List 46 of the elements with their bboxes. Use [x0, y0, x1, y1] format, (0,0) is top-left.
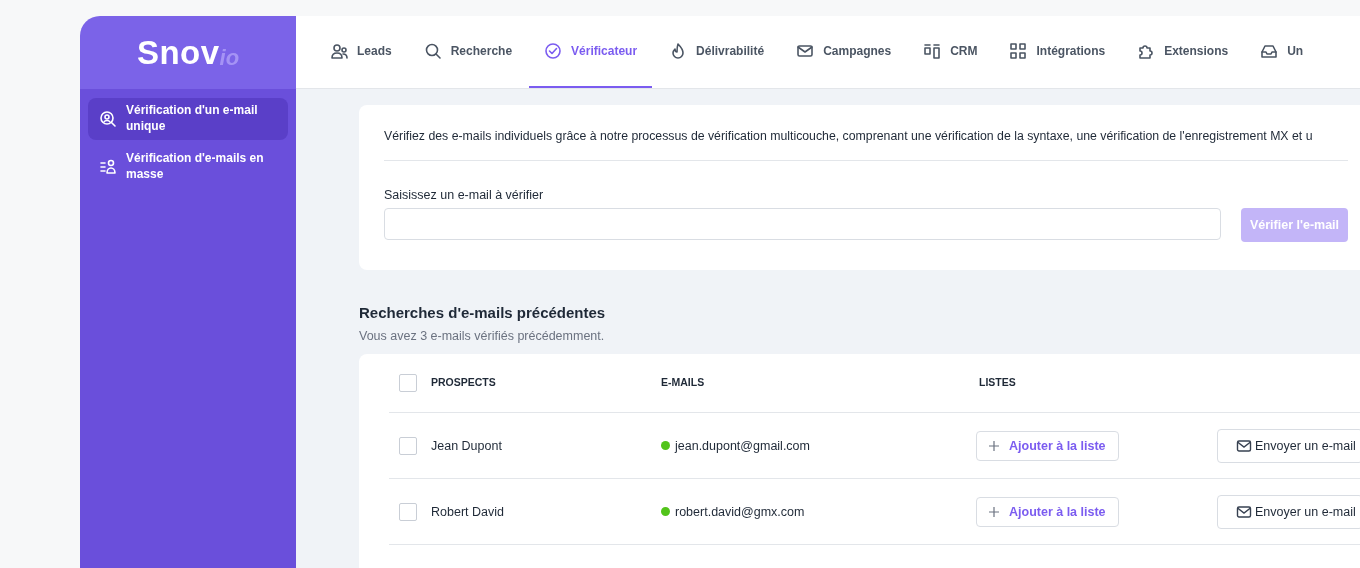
status-dot: [661, 507, 670, 516]
grid-icon: [1009, 42, 1028, 60]
row-checkbox[interactable]: [399, 502, 417, 521]
row-checkbox[interactable]: [399, 436, 417, 455]
person-search-icon: [99, 110, 117, 128]
nav-tab[interactable]: Vérificateur: [529, 16, 653, 88]
plus-icon: [989, 506, 999, 517]
send-email-button[interactable]: Envoyer un e-mail: [1217, 428, 1360, 463]
nav-tab[interactable]: CRM: [908, 16, 993, 88]
plus-icon: [989, 440, 999, 451]
field-label: Saisissez un e-mail à vérifier: [384, 188, 545, 202]
search-icon: [423, 42, 442, 60]
status-dot: [661, 441, 670, 450]
nav-tab[interactable]: Délivrabilité: [654, 16, 780, 88]
envelope-icon: [1236, 437, 1252, 454]
nav-tab[interactable]: Extensions: [1122, 16, 1244, 88]
email-text: robert.david@gmx.com: [675, 504, 805, 519]
section-subtitle: Vous avez 3 e-mails vérifiés précédemment.: [359, 329, 606, 343]
add-to-list-button[interactable]: Ajouter à la liste: [976, 430, 1119, 461]
email-text: jean.dupont@gmail.com: [675, 438, 810, 453]
people-icon: [330, 42, 348, 60]
inbox-icon: [1260, 42, 1279, 60]
sidebar-item[interactable]: Vérification d'un e-mail unique: [88, 98, 288, 140]
send-email-button[interactable]: Envoyer un e-mail: [1217, 494, 1360, 529]
column-header: LISTES: [979, 375, 1017, 388]
section-title: Recherches d'e-mails précédentes: [359, 304, 607, 321]
puzzle-icon: [1137, 42, 1156, 60]
email-input-field[interactable]: [384, 208, 1221, 240]
person-list-icon: [99, 158, 117, 176]
sidebar-item[interactable]: Vérification d'e-mails en masse: [88, 146, 288, 188]
add-to-list-button[interactable]: Ajouter à la liste: [976, 496, 1119, 527]
nav-tab[interactable]: Leads: [330, 16, 407, 88]
envelope-icon: [796, 42, 815, 60]
envelope-icon: [1236, 503, 1252, 520]
prospect-name: Jean Dupont: [431, 438, 503, 453]
description-text: Vérifiez des e-mails individuels grâce à notre processus de vérification multicouche, comprenant une vérification de la syntaxe, une vérification de l'enregistrement MX et u: [384, 129, 1348, 161]
nav-tab[interactable]: Campagnes: [781, 16, 907, 88]
check-circle-icon: [544, 42, 563, 60]
column-header: PROSPECTS: [431, 375, 497, 388]
nav-tab[interactable]: Intégrations: [994, 16, 1121, 88]
prospect-name: Robert David: [431, 504, 505, 519]
nav-tab[interactable]: Recherche: [408, 16, 528, 88]
column-header: E-MAILS: [661, 375, 706, 388]
nav-tab[interactable]: Un: [1245, 16, 1319, 88]
columns-icon: [923, 42, 942, 60]
select-all-checkbox[interactable]: [399, 374, 417, 392]
